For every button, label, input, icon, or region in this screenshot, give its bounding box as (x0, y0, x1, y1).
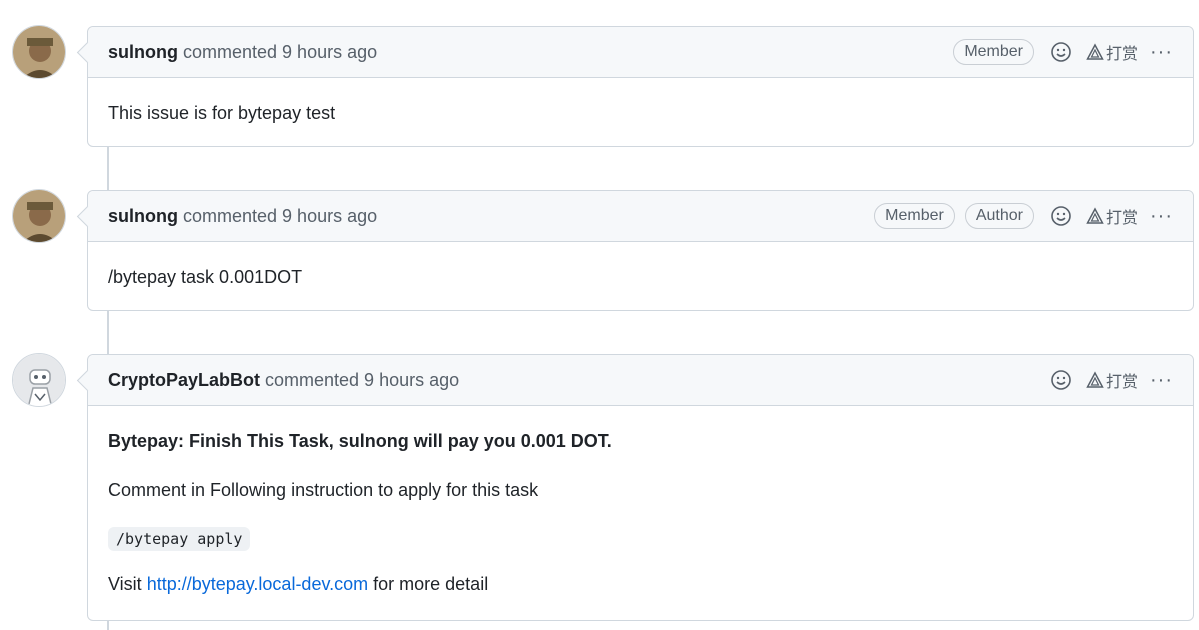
triangle-reward-icon (1086, 207, 1104, 224)
member-badge: Member (953, 39, 1034, 65)
smiley-icon[interactable] (1050, 369, 1072, 391)
reward-label: 打赏 (1106, 210, 1139, 227)
author-link[interactable]: sulnong (108, 42, 178, 62)
timeline-connector (107, 621, 109, 630)
timeline-connector (107, 147, 109, 190)
smiley-icon[interactable] (1050, 205, 1072, 227)
member-badge: Member (874, 203, 955, 229)
comment-header: sulnong commented 9 hours ago Member Aut… (88, 191, 1193, 242)
visit-prefix: Visit (108, 574, 147, 594)
smiley-icon[interactable] (1050, 41, 1072, 63)
timeline-connector (107, 311, 109, 354)
comment-timestamp[interactable]: commented 9 hours ago (260, 370, 459, 390)
reward-button[interactable]: 打赏 (1086, 368, 1138, 392)
comment-body: /bytepay task 0.001DOT (108, 267, 303, 287)
bot-avatar[interactable] (12, 353, 66, 407)
author-badge: Author (964, 203, 1034, 229)
triangle-reward-icon (1086, 43, 1104, 60)
comment-box: sulnong commented 9 hours ago Member Aut… (87, 190, 1194, 311)
avatar[interactable] (12, 25, 66, 79)
comment-meta: CryptoPayLabBot commented 9 hours ago (108, 370, 459, 391)
reward-button[interactable]: 打赏 (1086, 204, 1138, 228)
apply-command-code: /bytepay apply (108, 527, 251, 551)
bytepay-link[interactable]: http://bytepay.local-dev.com (147, 574, 368, 594)
visit-suffix: for more detail (368, 574, 489, 594)
comment-timestamp[interactable]: commented 9 hours ago (178, 42, 377, 62)
author-link[interactable]: CryptoPayLabBot (108, 370, 260, 390)
reward-label: 打赏 (1106, 46, 1139, 63)
comment-header: CryptoPayLabBot commented 9 hours ago 打赏… (88, 355, 1193, 406)
kebab-horizontal-icon[interactable]: ··· (1150, 42, 1173, 62)
comment-body: This issue is for bytepay test (108, 103, 336, 123)
comment-meta: sulnong commented 9 hours ago (108, 206, 377, 227)
author-link[interactable]: sulnong (108, 206, 178, 226)
visit-line: Visit http://bytepay.local-dev.com for m… (108, 573, 1173, 595)
reward-button[interactable]: 打赏 (1086, 40, 1138, 64)
triangle-reward-icon (1086, 371, 1104, 388)
bytepay-title: Bytepay: Finish This Task, sulnong will … (108, 431, 612, 451)
kebab-horizontal-icon[interactable]: ··· (1150, 370, 1173, 390)
avatar[interactable] (12, 189, 66, 243)
kebab-horizontal-icon[interactable]: ··· (1150, 206, 1173, 226)
comment-timestamp[interactable]: commented 9 hours ago (178, 206, 377, 226)
reward-label: 打赏 (1106, 374, 1139, 391)
instruction-text: Comment in Following instruction to appl… (108, 480, 539, 500)
comment-box: CryptoPayLabBot commented 9 hours ago 打赏… (87, 354, 1194, 621)
comment-meta: sulnong commented 9 hours ago (108, 42, 377, 63)
comment-header: sulnong commented 9 hours ago Member 打赏 … (88, 27, 1193, 78)
comment-box: sulnong commented 9 hours ago Member 打赏 … (87, 26, 1194, 147)
